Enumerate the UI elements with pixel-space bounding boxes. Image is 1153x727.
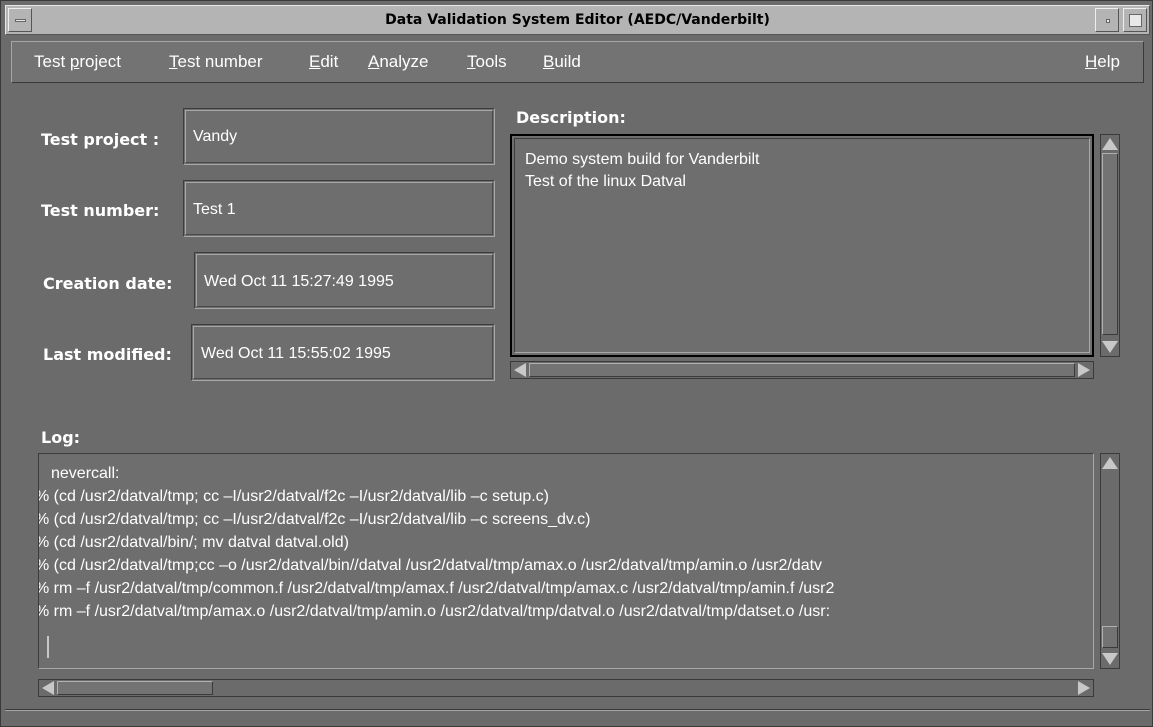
title-bar[interactable]: Data Validation System Editor (AEDC/Vand… xyxy=(5,5,1150,35)
log-line: % rm –f /usr2/datval/tmp/common.f /usr2/… xyxy=(38,580,835,597)
log-vscrollbar[interactable] xyxy=(1100,453,1120,669)
app-window: Data Validation System Editor (AEDC/Vand… xyxy=(0,0,1153,727)
menu-test-number[interactable]: Test number xyxy=(169,52,263,72)
scroll-left-arrow-icon[interactable] xyxy=(514,363,526,377)
window-title: Data Validation System Editor (AEDC/Vand… xyxy=(385,12,770,28)
description-line: Test of the linux Datval xyxy=(525,173,686,190)
menu-help[interactable]: Help xyxy=(1085,52,1120,72)
maximize-button[interactable] xyxy=(1123,8,1147,32)
minimize-icon xyxy=(1106,19,1110,23)
text-cursor xyxy=(47,636,49,658)
window-bottom-border xyxy=(5,709,1150,711)
scroll-right-arrow-icon[interactable] xyxy=(1078,363,1090,377)
log-textarea[interactable]: nevercall: % (cd /usr2/datval/tmp; cc –I… xyxy=(38,453,1094,669)
scroll-thumb[interactable] xyxy=(1102,153,1118,335)
log-line: % (cd /usr2/datval/tmp;cc –o /usr2/datva… xyxy=(38,557,823,574)
scroll-left-arrow-icon[interactable] xyxy=(42,681,54,695)
scroll-down-arrow-icon[interactable] xyxy=(1102,341,1118,353)
scroll-thumb[interactable] xyxy=(1102,626,1118,648)
test-number-label: Test number: xyxy=(41,201,160,220)
scroll-up-arrow-icon[interactable] xyxy=(1102,457,1118,469)
creation-date-field[interactable]: Wed Oct 11 15:27:49 1995 xyxy=(194,252,495,309)
scroll-thumb[interactable] xyxy=(529,363,1075,377)
creation-date-label: Creation date: xyxy=(43,274,173,293)
menu-tools[interactable]: Tools xyxy=(467,52,507,72)
description-hscrollbar[interactable] xyxy=(510,361,1094,379)
minimize-button[interactable] xyxy=(1095,8,1119,32)
test-project-label: Test project : xyxy=(41,130,160,149)
last-modified-value: Wed Oct 11 15:55:02 1995 xyxy=(201,345,391,362)
test-number-value: Test 1 xyxy=(193,201,236,218)
log-line: % rm –f /usr2/datval/tmp/amax.o /usr2/da… xyxy=(38,603,831,620)
menu-build[interactable]: Build xyxy=(543,52,581,72)
menu-bar: Test project Test number Edit Analyze To… xyxy=(11,41,1144,83)
scroll-up-arrow-icon[interactable] xyxy=(1102,138,1118,150)
log-line: nevercall: xyxy=(51,465,120,482)
scroll-right-arrow-icon[interactable] xyxy=(1078,681,1090,695)
menu-test-project[interactable]: Test project xyxy=(34,52,121,72)
menu-edit[interactable]: Edit xyxy=(309,52,338,72)
scroll-down-arrow-icon[interactable] xyxy=(1102,653,1118,665)
creation-date-value: Wed Oct 11 15:27:49 1995 xyxy=(204,273,394,290)
log-line: % (cd /usr2/datval/tmp; cc –I/usr2/datva… xyxy=(38,511,591,528)
maximize-icon xyxy=(1129,14,1142,27)
test-number-field[interactable]: Test 1 xyxy=(183,180,495,237)
log-line: % (cd /usr2/datval/tmp; cc –I/usr2/datva… xyxy=(38,488,550,505)
log-label: Log: xyxy=(41,428,81,447)
description-vscrollbar[interactable] xyxy=(1100,134,1120,357)
menu-analyze[interactable]: Analyze xyxy=(368,52,428,72)
description-line: Demo system build for Vanderbilt xyxy=(525,151,760,168)
description-label: Description: xyxy=(516,108,626,127)
log-hscrollbar[interactable] xyxy=(38,679,1094,697)
test-project-value: Vandy xyxy=(193,128,238,145)
description-textarea[interactable]: Demo system build for Vanderbilt Test of… xyxy=(510,134,1094,357)
log-line: % (cd /usr2/datval/bin/; mv datval datva… xyxy=(38,534,349,551)
last-modified-field[interactable]: Wed Oct 11 15:55:02 1995 xyxy=(191,324,495,381)
scroll-thumb[interactable] xyxy=(57,681,213,695)
last-modified-label: Last modified: xyxy=(43,345,172,364)
test-project-field[interactable]: Vandy xyxy=(183,108,495,165)
